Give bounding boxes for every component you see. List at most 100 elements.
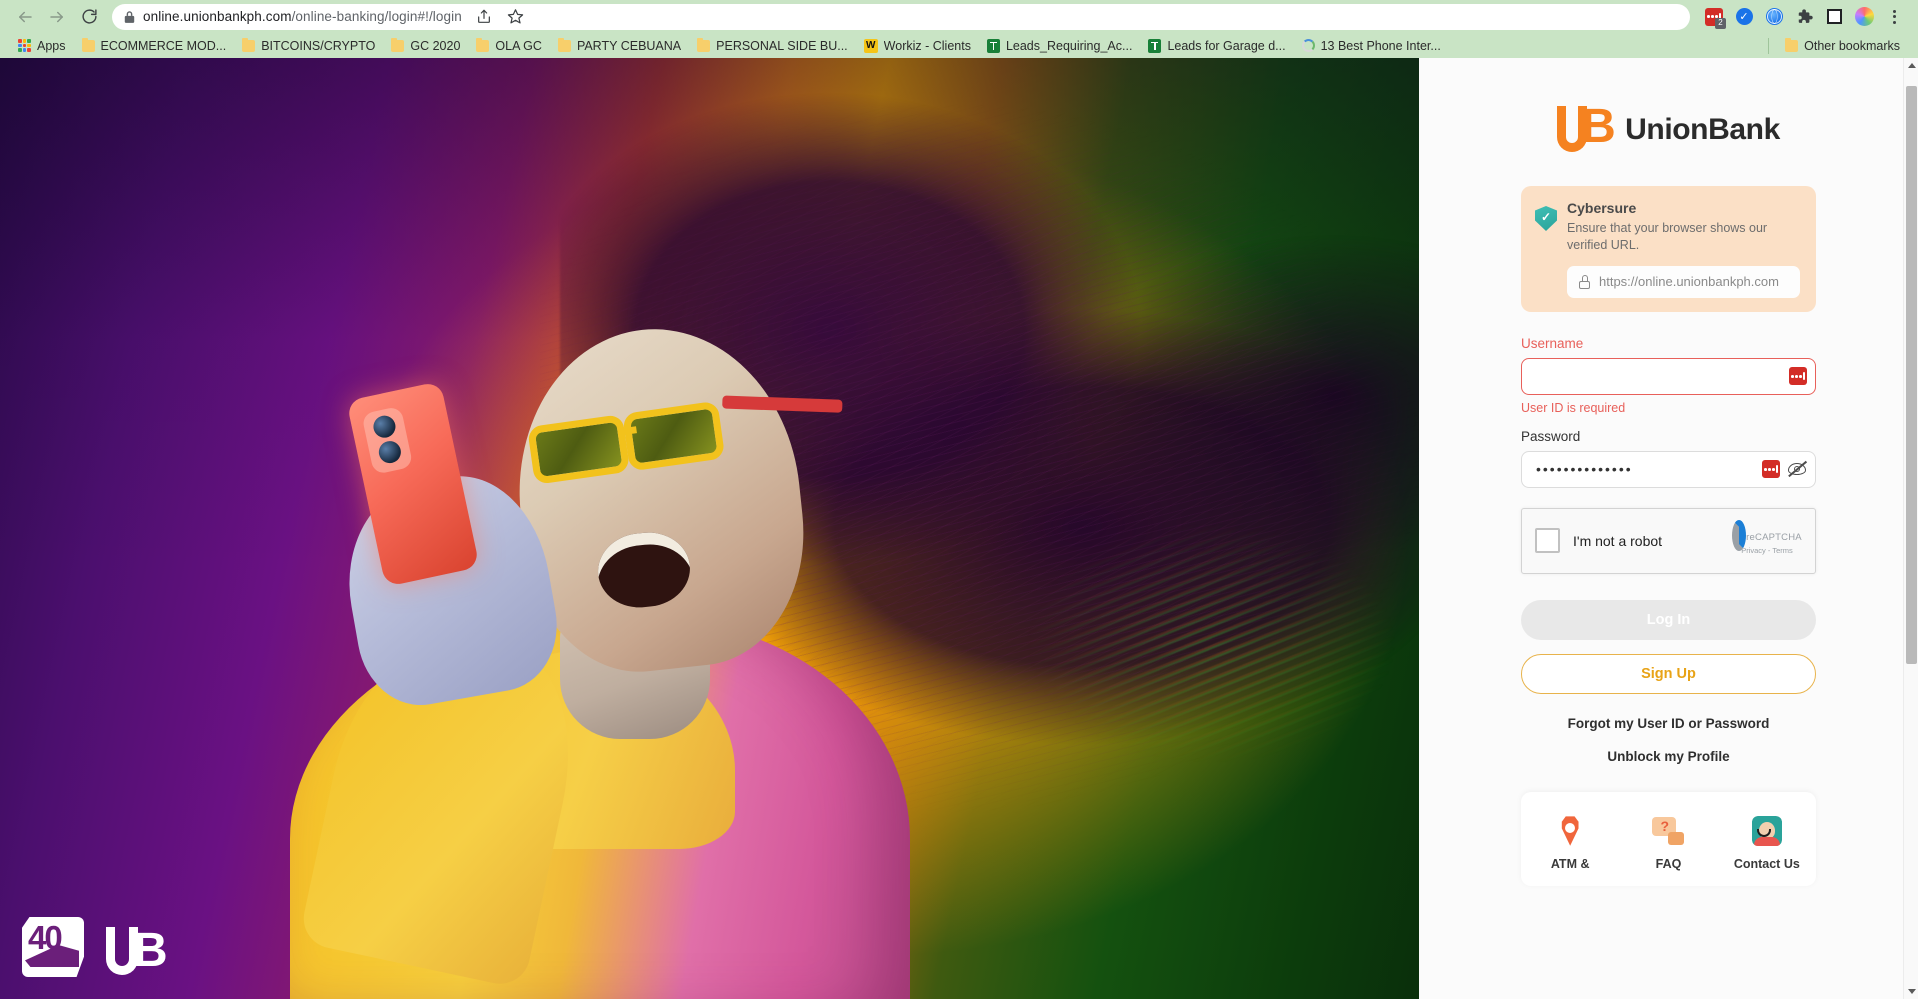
recaptcha-brand-name: reCAPTCHA (1746, 531, 1802, 543)
bookmark-label: Apps (37, 38, 66, 53)
bookmark-apps[interactable]: Apps (10, 37, 74, 55)
bookmarks-bar: Apps ECOMMERCE MOD... BITCOINS/CRYPTO GC… (0, 33, 1918, 58)
support-agent-icon (1724, 814, 1810, 848)
lastpass-extension-icon[interactable]: 2 (1700, 3, 1728, 31)
bookmark-label: PERSONAL SIDE BU... (716, 38, 848, 53)
folder-icon (391, 37, 405, 52)
scrollbar-down-arrow[interactable] (1904, 984, 1918, 999)
cybersure-description: Ensure that your browser shows our verif… (1567, 221, 1768, 252)
username-field-wrapper[interactable] (1521, 357, 1816, 395)
other-bookmarks-button[interactable]: Other bookmarks (1777, 37, 1908, 55)
password-input[interactable] (1536, 461, 1755, 478)
bookmark-label: 13 Best Phone Inter... (1320, 38, 1441, 53)
lastpass-fill-icon[interactable] (1762, 460, 1780, 479)
scrollbar-thumb[interactable] (1906, 86, 1917, 664)
workiz-favicon: W (863, 38, 878, 53)
chrome-menu-icon[interactable] (1880, 3, 1908, 31)
bookmark-label: ECOMMERCE MOD... (100, 38, 227, 53)
lastpass-badge-count: 2 (1715, 17, 1726, 29)
brand-name: UnionBank (1625, 113, 1780, 146)
bookmark-13-best-phone-inter[interactable]: 13 Best Phone Inter... (1294, 37, 1449, 55)
recaptcha-label: I'm not a robot (1573, 532, 1663, 549)
hero-image: 40 YEARS B (0, 58, 1419, 999)
address-bar-url: online.unionbankph.com/online-banking/lo… (143, 9, 462, 24)
footer-item-contact-us[interactable]: Contact Us (1724, 814, 1810, 872)
forward-button[interactable] (42, 3, 72, 31)
recaptcha-widget[interactable]: I'm not a robot reCAPTCHA Privacy - Term… (1521, 507, 1816, 574)
bookmark-gc-2020[interactable]: GC 2020 (383, 37, 468, 55)
scrollbar-up-arrow[interactable] (1904, 58, 1918, 73)
forgot-credentials-link[interactable]: Forgot my User ID or Password (1568, 716, 1770, 731)
password-field-wrapper[interactable] (1521, 450, 1816, 488)
username-input[interactable] (1536, 368, 1782, 385)
bookmark-leads-for-garage[interactable]: Leads for Garage d... (1140, 37, 1293, 55)
recaptcha-icon (1732, 519, 1747, 551)
page-scrollbar[interactable] (1903, 58, 1918, 999)
google-sheets-favicon (986, 38, 1000, 53)
other-bookmarks-label: Other bookmarks (1804, 38, 1900, 53)
recaptcha-branding: reCAPTCHA Privacy - Terms (1731, 519, 1803, 555)
map-pin-icon (1527, 814, 1613, 848)
footer-label: ATM & (1550, 856, 1590, 871)
unionbank-ub-logo-white: B (106, 927, 168, 977)
login-button[interactable]: Log In (1521, 599, 1816, 640)
hero-figure (230, 199, 990, 999)
lastpass-fill-icon[interactable] (1789, 367, 1807, 386)
chat-question-icon: ? (1625, 814, 1711, 848)
unionbank-brand: B UnionBank (1557, 103, 1780, 156)
puzzle-extensions-icon[interactable] (1790, 3, 1818, 31)
bookmark-bitcoins-crypto[interactable]: BITCOINS/CRYPTO (234, 37, 383, 55)
square-extension-icon[interactable] (1820, 3, 1848, 31)
bookmark-ola-gc[interactable]: OLA GC (468, 37, 550, 55)
bookmark-leads-requiring-action[interactable]: Leads_Requiring_Ac... (979, 37, 1140, 55)
bookmark-star-icon[interactable] (502, 3, 530, 31)
verified-shield-icon: ✓ (1535, 206, 1557, 231)
footer-item-atm-branches[interactable]: ATM & (1527, 814, 1613, 872)
folder-icon (81, 37, 95, 52)
login-panel: B UnionBank ✓ Cybersure Ensure that your… (1419, 58, 1918, 999)
checkmark-extension-icon[interactable]: ✓ (1730, 3, 1758, 31)
cybersure-verified-url-box: https://online.unionbankph.com (1567, 265, 1800, 298)
footer-quick-links: ATM & ? FAQ Contact Us (1521, 791, 1816, 886)
other-bookmarks-group: Other bookmarks (1768, 37, 1908, 55)
apps-grid-icon (18, 39, 31, 52)
bookmark-party-cebuana[interactable]: PARTY CEBUANA (550, 37, 689, 55)
address-bar[interactable]: online.unionbankph.com/online-banking/lo… (112, 3, 1690, 31)
browser-toolbar: online.unionbankph.com/online-banking/lo… (0, 0, 1918, 33)
eye-off-icon[interactable] (1787, 460, 1807, 478)
back-button[interactable] (10, 3, 40, 31)
folder-icon (697, 37, 711, 52)
hero-logo-group: 40 YEARS B (22, 917, 168, 977)
folder-icon (557, 37, 571, 52)
cybersure-title: Cybersure (1567, 200, 1637, 216)
bookmark-personal-side-bu[interactable]: PERSONAL SIDE BU... (689, 37, 856, 55)
bookmark-label: BITCOINS/CRYPTO (261, 38, 376, 53)
bookmark-label: Leads for Garage d... (1167, 38, 1286, 53)
password-label: Password (1521, 428, 1581, 444)
bookmark-label: Leads_Requiring_Ac... (1005, 38, 1133, 53)
google-sheets-favicon (1148, 38, 1162, 53)
username-label: Username (1521, 335, 1584, 351)
bookmark-label: OLA GC (495, 38, 542, 53)
footer-label: Contact Us (1733, 856, 1800, 871)
bookmark-workiz-clients[interactable]: W Workiz - Clients (856, 37, 979, 55)
signup-button[interactable]: Sign Up (1521, 653, 1816, 694)
share-icon[interactable] (470, 3, 498, 31)
anniversary-number: 40 (28, 919, 63, 956)
login-form: Username User ID is required Password (1521, 336, 1816, 488)
anniversary-years-label: YEARS (49, 961, 79, 968)
profile-avatar-icon[interactable] (1850, 3, 1878, 31)
bookmark-label: GC 2020 (410, 38, 461, 53)
footer-item-faq[interactable]: ? FAQ (1625, 814, 1711, 872)
unblock-profile-link[interactable]: Unblock my Profile (1607, 749, 1729, 764)
cybersure-verified-url: https://online.unionbankph.com (1599, 274, 1779, 290)
recaptcha-checkbox[interactable] (1535, 528, 1560, 554)
bookmark-ecommerce-mod[interactable]: ECOMMERCE MOD... (74, 37, 235, 55)
reload-button[interactable] (74, 3, 104, 31)
globe-extension-icon[interactable] (1760, 3, 1788, 31)
loading-spinner-favicon (1301, 39, 1315, 52)
folder-icon (476, 37, 490, 52)
username-error-message: User ID is required (1521, 400, 1626, 415)
page-content: 40 YEARS B B UnionBank ✓ Cybersure Ensur… (0, 58, 1918, 999)
folder-icon (1785, 37, 1799, 52)
